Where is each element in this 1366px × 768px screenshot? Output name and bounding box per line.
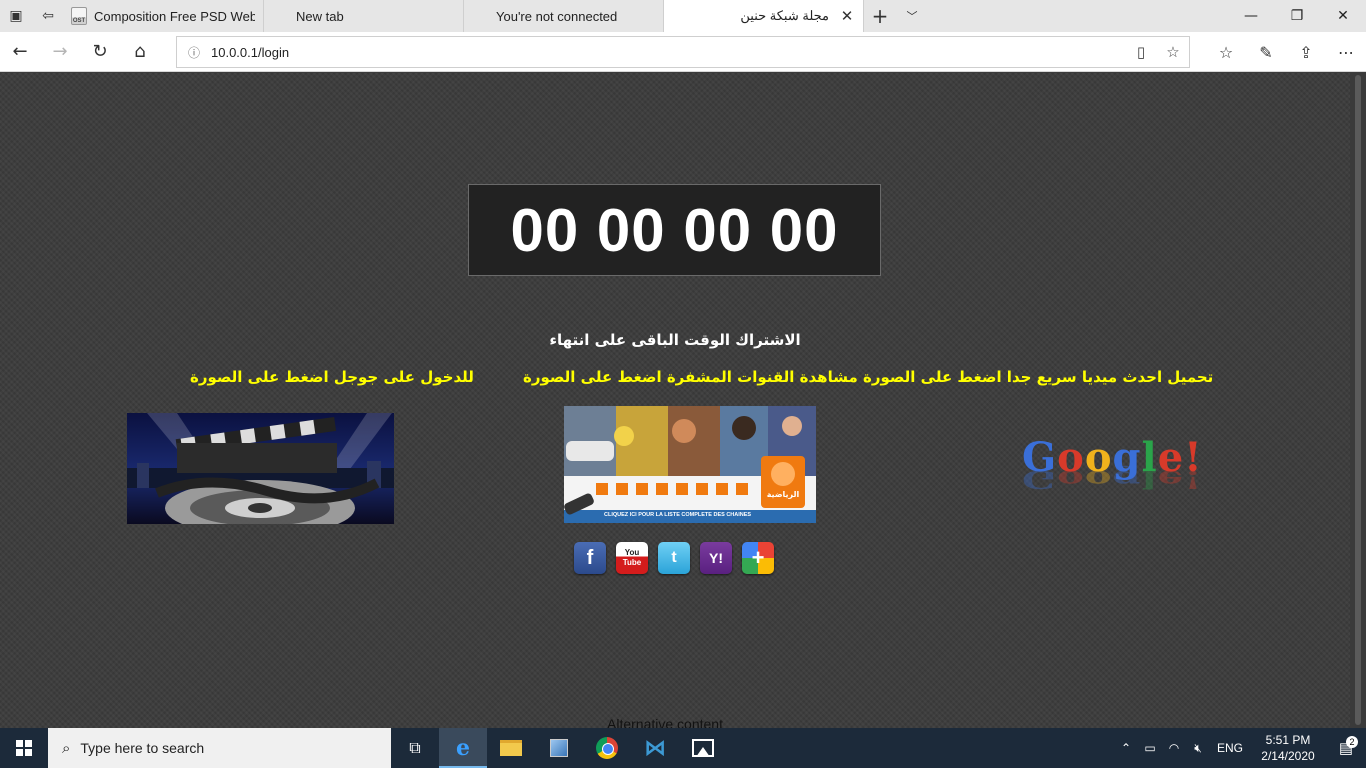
url-text[interactable]: 10.0.0.1/login bbox=[211, 45, 1125, 60]
plus-glyph: + bbox=[751, 545, 765, 570]
volume-muted-icon[interactable]: 🔇︎ bbox=[1186, 741, 1210, 756]
twitter-glyph: t bbox=[671, 549, 677, 566]
facebook-glyph: f bbox=[586, 546, 594, 569]
forward-arrow-icon[interactable]: → bbox=[40, 32, 80, 72]
tab-composition[interactable]: OST Composition Free PSD Web bbox=[64, 0, 264, 32]
sports-banner-brand: الرياضية bbox=[766, 490, 800, 499]
language-indicator[interactable]: ENG bbox=[1210, 741, 1250, 755]
clock-date: 2/14/2020 bbox=[1261, 749, 1315, 763]
sports-collage-illustration bbox=[564, 406, 816, 523]
search-icon: ⌕ bbox=[62, 739, 71, 757]
ost-icon: OST bbox=[71, 7, 87, 25]
tab-active-hanin[interactable]: مجلة شبكة حنين ✕ bbox=[664, 0, 864, 32]
social-icons: f You Tube t Y! + bbox=[574, 542, 774, 574]
back-arrow-icon[interactable]: ← bbox=[0, 32, 40, 72]
youtube-icon[interactable]: You Tube bbox=[616, 542, 648, 574]
photos-icon[interactable] bbox=[679, 728, 727, 768]
start-button[interactable] bbox=[0, 728, 48, 768]
show-hidden-icons-chevron-icon[interactable]: ⌃ bbox=[1114, 741, 1138, 755]
page-scrollbar[interactable] bbox=[1350, 73, 1366, 728]
taskbar-search-box[interactable]: ⌕ Type here to search bbox=[48, 728, 391, 768]
minimize-icon[interactable]: — bbox=[1228, 0, 1274, 32]
system-tray: ⌃ ▭ ◠ 🔇︎ ENG 5:51 PM 2/14/2020 ▤ 2 bbox=[1114, 728, 1366, 768]
window-controls: — ❐ ✕ bbox=[1228, 0, 1366, 32]
site-info-icon[interactable]: ⓘ bbox=[177, 44, 211, 61]
yahoo-icon[interactable]: Y! bbox=[700, 542, 732, 574]
edge-taskbar-icon[interactable]: e bbox=[439, 728, 487, 768]
browser-toolbar: ← → ↻ ⌂ ⓘ 10.0.0.1/login ▯ ☆ ☆ ✎ ⇪ ⋯ bbox=[0, 32, 1366, 72]
youtube-tube-text: Tube bbox=[622, 558, 642, 567]
tab-title: Composition Free PSD Web bbox=[94, 8, 255, 24]
sports-banner-caption: CLIQUEZ ICI POUR LA LISTE COMPLÈTE DES C… bbox=[604, 512, 752, 518]
scrollbar-thumb[interactable] bbox=[1355, 75, 1361, 725]
address-bar[interactable]: ⓘ 10.0.0.1/login ▯ ☆ bbox=[176, 36, 1190, 68]
media-download-link[interactable]: تحميل احدث ميديا سريع جدا اضغط على الصور… bbox=[523, 368, 1213, 386]
subscription-message: الاشتراك الوقت الباقى على انتهاء bbox=[549, 331, 801, 349]
file-explorer-icon[interactable] bbox=[487, 728, 535, 768]
new-tab-button[interactable]: + bbox=[864, 0, 896, 32]
sports-channels-banner[interactable]: الرياضية CLIQUEZ ICI POUR LA LISTE COMPL… bbox=[564, 406, 816, 523]
alternative-content-text: Alternative content bbox=[607, 716, 723, 728]
reading-view-icon[interactable]: ▯ bbox=[1125, 43, 1157, 61]
windows-logo-icon bbox=[16, 740, 32, 756]
yahoo-glyph: Y! bbox=[709, 550, 723, 566]
google-logo-reflection: Google! bbox=[1022, 465, 1203, 494]
battery-icon[interactable]: ▭ bbox=[1138, 741, 1162, 755]
favorites-icon[interactable]: ☆ bbox=[1206, 32, 1246, 72]
vscode-icon[interactable]: ⋈ bbox=[631, 728, 679, 768]
close-window-icon[interactable]: ✕ bbox=[1320, 0, 1366, 32]
search-placeholder: Type here to search bbox=[80, 740, 205, 756]
tab-preview-chevron-icon[interactable]: ﹀ bbox=[896, 0, 928, 32]
task-view-icon[interactable]: ⧉ bbox=[391, 728, 439, 768]
twitter-icon[interactable]: t bbox=[658, 542, 690, 574]
close-tab-icon[interactable]: ✕ bbox=[839, 7, 855, 25]
film-banner-image[interactable] bbox=[127, 413, 394, 524]
tab-new-tab[interactable]: New tab bbox=[264, 0, 464, 32]
tab-actions-icon[interactable]: ▣ bbox=[0, 0, 32, 32]
page-content: 00 00 00 00 الاشتراك الوقت الباقى على ان… bbox=[0, 73, 1350, 728]
control-panel-icon[interactable] bbox=[535, 728, 583, 768]
wifi-icon[interactable]: ◠ bbox=[1162, 741, 1186, 755]
action-center-icon[interactable]: ▤ 2 bbox=[1326, 736, 1366, 757]
pen-notes-icon[interactable]: ✎ bbox=[1246, 32, 1286, 72]
google-login-link[interactable]: للدخول على جوجل اضغط على الصورة bbox=[190, 368, 474, 386]
google-plus-icon[interactable]: + bbox=[742, 542, 774, 574]
settings-more-icon[interactable]: ⋯ bbox=[1326, 32, 1366, 72]
google-logo-image[interactable]: Google! Google! bbox=[1022, 433, 1237, 523]
notification-count-badge: 2 bbox=[1346, 736, 1358, 748]
clock-time: 5:51 PM bbox=[1265, 733, 1311, 747]
tab-not-connected[interactable]: You're not connected bbox=[464, 0, 664, 32]
favorite-star-icon[interactable]: ☆ bbox=[1157, 43, 1189, 61]
chrome-icon[interactable] bbox=[583, 728, 631, 768]
share-icon[interactable]: ⇪ bbox=[1286, 32, 1326, 72]
film-clapper-illustration bbox=[127, 413, 394, 524]
browser-tab-bar: ▣ ⇦ OST Composition Free PSD Web New tab… bbox=[0, 0, 1366, 32]
taskbar-clock[interactable]: 5:51 PM 2/14/2020 bbox=[1250, 732, 1326, 764]
tab-title: مجلة شبكة حنين bbox=[740, 8, 829, 23]
refresh-icon[interactable]: ↻ bbox=[80, 32, 120, 72]
facebook-icon[interactable]: f bbox=[574, 542, 606, 574]
set-tabs-aside-icon[interactable]: ⇦ bbox=[32, 0, 64, 32]
countdown-digits: 00 00 00 00 bbox=[510, 196, 839, 264]
toolbar-right: ☆ ✎ ⇪ ⋯ bbox=[1206, 32, 1366, 72]
tab-title: New tab bbox=[296, 8, 344, 24]
windows-taskbar: ⌕ Type here to search ⧉ e ⋈ ⌃ ▭ ◠ 🔇︎ ENG… bbox=[0, 728, 1366, 768]
tab-title: You're not connected bbox=[496, 8, 618, 24]
countdown-timer: 00 00 00 00 bbox=[468, 184, 881, 276]
restore-icon[interactable]: ❐ bbox=[1274, 0, 1320, 32]
home-icon[interactable]: ⌂ bbox=[120, 32, 160, 72]
youtube-you-text: You bbox=[624, 548, 640, 557]
